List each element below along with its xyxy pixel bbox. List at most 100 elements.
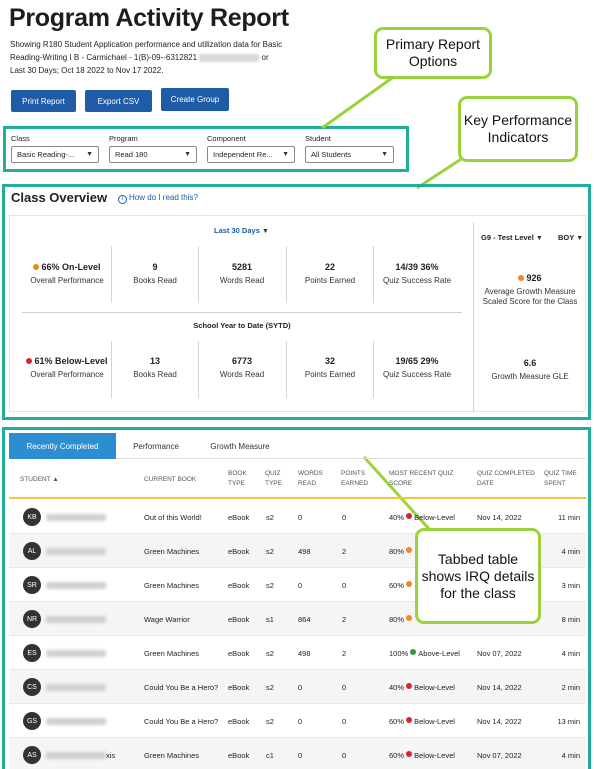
growth-divider	[473, 222, 474, 412]
export-csv-button[interactable]: Export CSV	[85, 90, 152, 112]
quiz-time: 13 min	[557, 716, 580, 726]
create-group-button[interactable]: Create Group	[161, 88, 229, 111]
words-read: 864	[298, 614, 311, 624]
table-header: STUDENT ▲ CURRENT BOOK BOOK TYPE QUIZ TYPE…	[9, 462, 586, 499]
col-words-line-1: WORDS	[298, 470, 323, 477]
tab-recently-completed[interactable]: Recently Completed	[9, 433, 116, 459]
kpi-label: Quiz Success Rate	[382, 370, 452, 379]
col-points-earned: POINTS EARNED	[341, 469, 368, 489]
program-select[interactable]: Read 180 ▼	[109, 146, 197, 163]
growth-scaled-score: 926 Average Growth Measure Scaled Score …	[475, 273, 585, 306]
tab-growth-measure[interactable]: Growth Measure	[196, 433, 284, 459]
book-type: eBook	[228, 512, 250, 522]
chevron-down-icon: ▼	[381, 151, 388, 158]
book-type: eBook	[228, 716, 250, 726]
points-earned: 0	[342, 716, 347, 726]
chevron-down-icon: ▼	[576, 235, 584, 242]
score-percent: 40%	[389, 682, 405, 692]
quiz-score: 80%	[389, 534, 414, 568]
sytd-points-earned: 32 Points Earned	[287, 356, 373, 379]
quiz-score: 40% Below-Level	[389, 670, 455, 704]
growth-score-label-2: Scaled Score for the Class	[482, 297, 578, 306]
primary-options-callout: Primary Report Options	[374, 27, 492, 79]
level-dot-icon	[406, 547, 413, 553]
component-filter-label: Component	[207, 134, 246, 143]
current-book: Wage Warrior	[144, 614, 190, 624]
student-name-fragment: xis	[106, 750, 116, 760]
kpi-quiz-success: 14/39 36% Quiz Success Rate	[374, 262, 460, 285]
book-type: eBook	[228, 648, 250, 658]
quiz-time: 3 min	[561, 580, 580, 590]
kpi-callout: Key Performance Indicators	[458, 96, 578, 162]
col-points-line-2: EARNED	[341, 480, 369, 487]
period-dropdown[interactable]: Last 30 Days ▼	[214, 226, 269, 235]
report-description: Showing R180 Student Application perform…	[10, 38, 340, 77]
avatar: NR	[23, 610, 41, 628]
student-filter-label: Student	[305, 134, 331, 143]
class-select[interactable]: Basic Reading-... ▼	[11, 146, 99, 163]
chevron-down-icon: ▼	[184, 151, 191, 158]
score-level: Above-Level	[418, 648, 460, 658]
score-level: Below-Level	[414, 512, 455, 522]
words-read: 0	[298, 750, 303, 760]
score-level: Below-Level	[414, 682, 455, 692]
program-filter: Program Read 180 ▼	[109, 134, 197, 163]
book-type: eBook	[228, 614, 250, 624]
col-student[interactable]: STUDENT ▲	[20, 475, 59, 485]
class-filter: Class Basic Reading-... ▼	[11, 134, 99, 163]
words-read: 0	[298, 682, 303, 692]
current-book: Green Machines	[144, 648, 200, 658]
page-title: Program Activity Report	[9, 4, 289, 32]
avatar: SR	[23, 576, 41, 594]
current-book: Could You Be a Hero?	[144, 716, 219, 726]
col-quiz-score: MOST RECENT QUIZ SCORE	[389, 469, 453, 489]
table-row[interactable]: AS xis Green Machines eBook c1 0 0 60% Below-Le…	[9, 738, 586, 769]
quiz-type: s1	[266, 614, 274, 624]
col-current-book: CURRENT BOOK	[144, 476, 197, 483]
redacted-student-name	[46, 616, 106, 623]
kpi-points-earned: 22 Points Earned	[287, 262, 373, 285]
student-select[interactable]: All Students ▼	[305, 146, 394, 163]
current-book: Green Machines	[144, 546, 200, 556]
avatar: KB	[23, 508, 41, 526]
col-words-read: WORDS READ	[298, 469, 323, 489]
sytd-books-read: 13 Books Read	[112, 356, 198, 379]
level-dropdown-value: G9 - Test Level	[481, 233, 534, 242]
quiz-time: 4 min	[561, 648, 580, 658]
print-report-button[interactable]: Print Report	[11, 90, 76, 112]
kpi-label: Points Earned	[304, 370, 356, 379]
quiz-time: 2 min	[561, 682, 580, 692]
table-row[interactable]: CS Could You Be a Hero? eBook s2 0 0 40% Below…	[9, 670, 586, 704]
col-book-type: BOOK TYPE	[228, 469, 247, 489]
kpi-label: Books Read	[133, 276, 177, 285]
avatar: GS	[23, 712, 41, 730]
chevron-down-icon: ▼	[86, 151, 93, 158]
score-level: Below-Level	[414, 716, 455, 726]
boy-dropdown-value: BOY	[558, 233, 575, 242]
help-link[interactable]: i How do I read this?	[118, 193, 198, 204]
book-type: eBook	[228, 580, 250, 590]
quiz-time: 11 min	[558, 512, 580, 522]
quiz-date: Nov 14, 2022	[477, 682, 522, 692]
words-read: 0	[298, 716, 303, 726]
tab-performance[interactable]: Performance	[116, 433, 196, 459]
avatar: CS	[23, 678, 41, 696]
book-type: eBook	[228, 682, 250, 692]
growth-score-label-1: Average Growth Measure	[484, 287, 576, 296]
boy-dropdown[interactable]: BOY ▼	[558, 233, 583, 242]
level-dropdown[interactable]: G9 - Test Level ▼	[481, 233, 543, 242]
col-score-line-2: SCORE	[389, 480, 413, 487]
current-book: Out of this World!	[144, 512, 202, 522]
points-earned: 2	[342, 546, 347, 556]
on-level-dot-icon	[33, 263, 40, 270]
table-row[interactable]: ES Green Machines eBook s2 498 2 100% Above-Le…	[9, 636, 586, 670]
redacted-student-name	[46, 582, 106, 589]
table-row[interactable]: GS Could You Be a Hero? eBook s2 0 0 60% Below…	[9, 704, 586, 738]
component-select[interactable]: Independent Re... ▼	[207, 146, 295, 163]
words-read: 0	[298, 512, 303, 522]
component-select-value: Independent Re...	[213, 150, 273, 159]
kpi-value: 22	[324, 262, 335, 272]
points-earned: 2	[342, 614, 347, 624]
sytd-quiz-success: 19/65 29% Quiz Success Rate	[374, 356, 460, 379]
level-dot-icon	[406, 615, 413, 621]
